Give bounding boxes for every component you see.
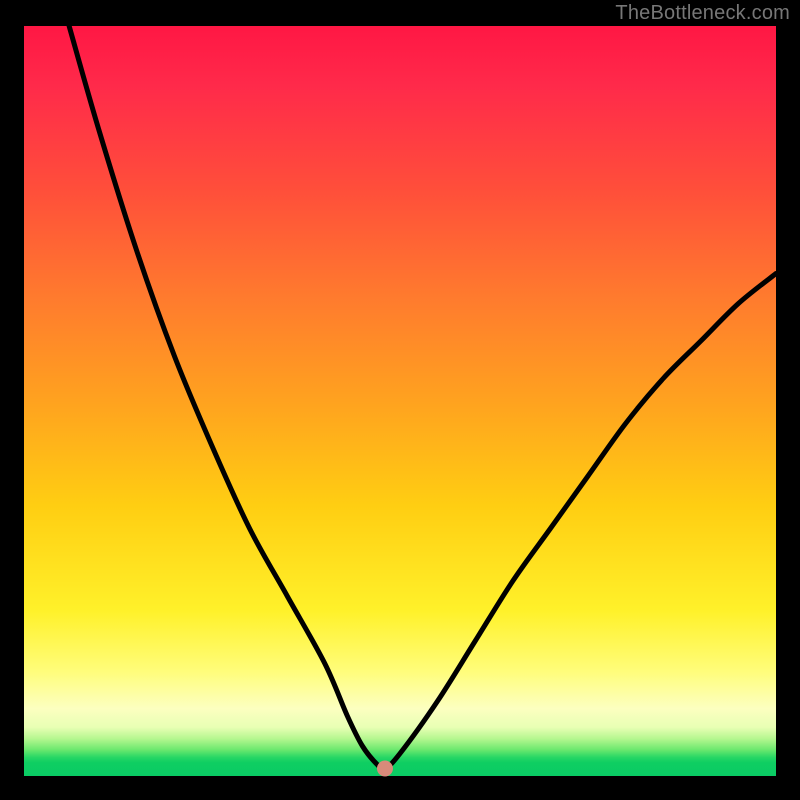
bottleneck-curve [69, 26, 776, 769]
curve-svg [24, 26, 776, 776]
plot-area [24, 26, 776, 776]
chart-frame: TheBottleneck.com [0, 0, 800, 800]
watermark-text: TheBottleneck.com [615, 2, 790, 25]
optimum-marker [377, 761, 393, 777]
